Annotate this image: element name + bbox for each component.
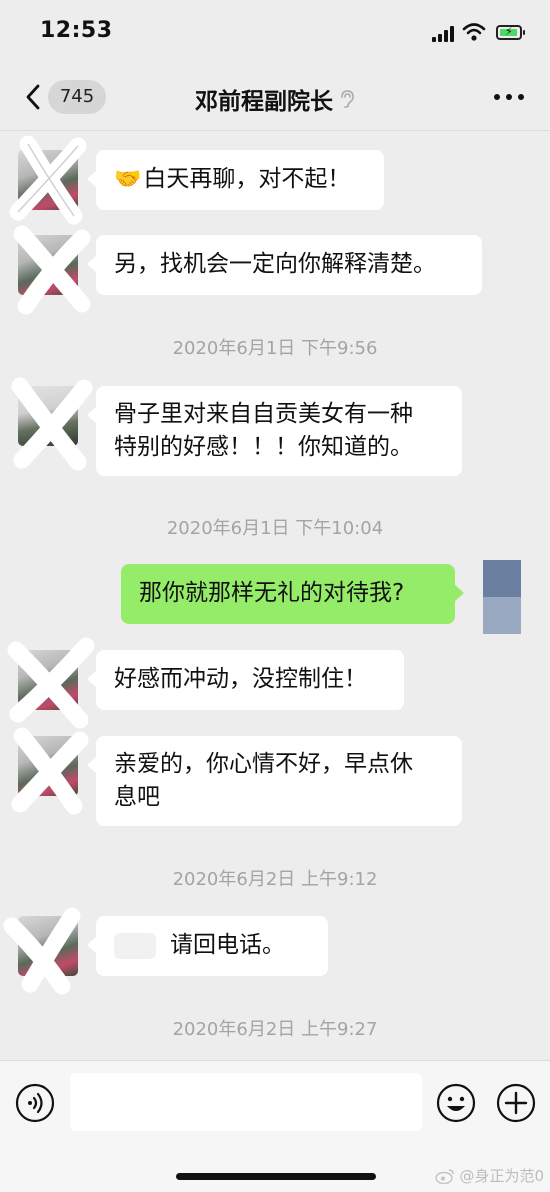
weibo-logo-icon (435, 1168, 455, 1184)
message-text-line: 骨子里对来自自贡美女有一种 (114, 401, 413, 427)
contact-avatar[interactable] (18, 235, 78, 295)
message-text-line: 亲爱的，你心情不好，早点休 (114, 751, 413, 777)
contact-avatar[interactable] (18, 916, 78, 976)
message-text: 那你就那样无礼的对待我? (139, 580, 405, 606)
message-bubble[interactable]: 请回电话。 (87, 916, 328, 976)
battery-icon: ⚡ (496, 25, 525, 40)
signal-icon (432, 26, 456, 42)
my-avatar[interactable] (483, 560, 521, 634)
status-time: 12:53 (40, 18, 113, 43)
message-timestamp: 2020年6月1日 下午9:56 (172, 338, 378, 359)
chat-header: 745 邓前程副院长 (0, 64, 550, 131)
wifi-icon (462, 23, 486, 41)
contact-avatar[interactable] (18, 386, 78, 446)
status-bar: 12:53 ⚡ (0, 0, 550, 64)
plus-icon[interactable] (496, 1083, 536, 1123)
message-timestamp: 2020年6月1日 下午10:04 (166, 518, 384, 539)
message-bubble[interactable]: 另，找机会一定向你解释清楚。 (87, 235, 482, 295)
input-bar: @身正为范0 (0, 1060, 550, 1192)
message-text: 白天再聊，对不起！ (143, 166, 351, 192)
message-text-line: 特别的好感！！！你知道的。 (114, 434, 413, 460)
mute-ear-icon (341, 90, 354, 108)
home-indicator (176, 1173, 376, 1180)
voice-icon[interactable] (15, 1083, 55, 1123)
message-text-line: 息吧 (114, 784, 160, 810)
message-text: 好感而冲动，没控制住！ (114, 666, 367, 692)
message-bubble[interactable]: 亲爱的，你心情不好，早点休 息吧 (87, 736, 462, 826)
handshake-emoji: 🤝 (114, 167, 142, 192)
redacted-content (114, 932, 156, 959)
chat-title: 邓前程副院长 (195, 89, 333, 115)
contact-avatar[interactable] (18, 736, 78, 796)
emoji-icon[interactable] (436, 1083, 476, 1123)
contact-avatar[interactable] (18, 150, 78, 210)
watermark-text: @身正为范0 (459, 1167, 544, 1185)
message-timestamp: 2020年6月2日 上午9:27 (172, 1019, 378, 1040)
message-input[interactable] (70, 1073, 422, 1131)
message-timestamp: 2020年6月2日 上午9:12 (172, 869, 378, 890)
message-text: 另，找机会一定向你解释清楚。 (114, 251, 436, 277)
message-bubble[interactable]: 🤝白天再聊，对不起！ (87, 150, 384, 210)
message-text: 请回电话。 (170, 932, 285, 958)
watermark: @身正为范0 (435, 1165, 544, 1186)
my-message-bubble[interactable]: 那你就那样无礼的对待我? (121, 564, 464, 624)
more-options-icon[interactable] (494, 94, 524, 100)
message-bubble[interactable]: 好感而冲动，没控制住！ (87, 650, 404, 710)
message-bubble[interactable]: 骨子里对来自自贡美女有一种 特别的好感！！！你知道的。 (87, 386, 462, 476)
contact-avatar[interactable] (18, 650, 78, 710)
